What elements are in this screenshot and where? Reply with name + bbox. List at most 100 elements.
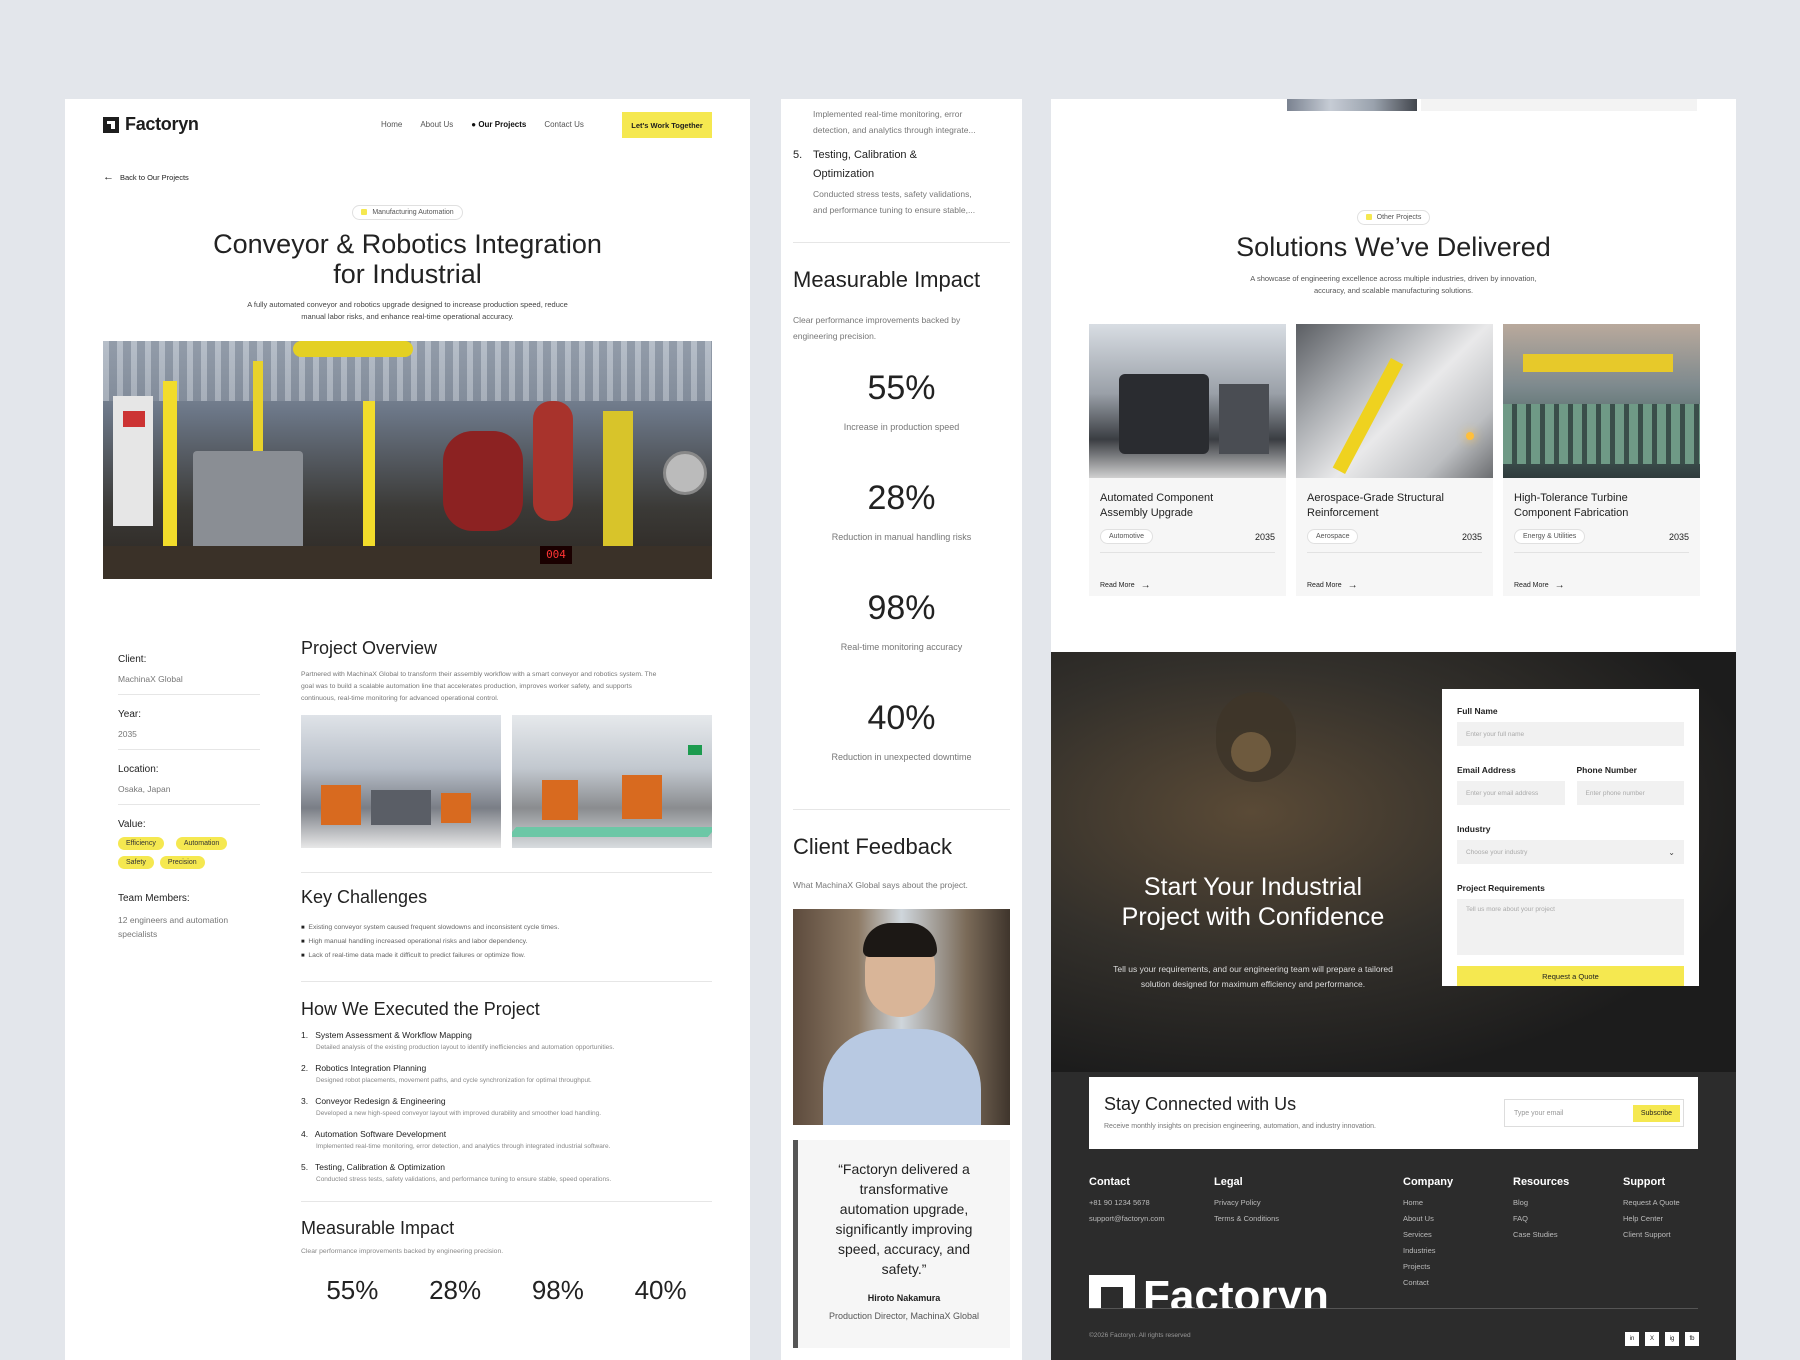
challenge-item: ■ Existing conveyor system caused freque…	[301, 924, 560, 931]
step-title: Robotics Integration Planning	[315, 1063, 427, 1073]
chevron-down-icon: ⌄	[1668, 847, 1675, 857]
read-more-link[interactable]: Read More →	[1296, 580, 1493, 591]
footer-email[interactable]: support@factoryn.com	[1089, 1214, 1165, 1223]
subscribe-button[interactable]: Subscribe	[1632, 1104, 1680, 1122]
mid-step-desc-line-1: Conducted stress tests, safety validatio…	[813, 189, 972, 199]
step-title: System Assessment & Workflow Mapping	[315, 1030, 472, 1040]
challenge-item: ■ High manual handling increased operati…	[301, 938, 528, 945]
project-card-title-line-1: High-Tolerance Turbine	[1514, 492, 1628, 504]
project-content: Project Overview Partnered with MachinaX…	[301, 638, 712, 1306]
nav-about[interactable]: About Us	[420, 120, 453, 129]
footer-link[interactable]: Home	[1403, 1198, 1453, 1207]
back-link[interactable]: ← Back to Our Projects	[103, 171, 189, 183]
location-label: Location:	[118, 764, 159, 775]
testimonial-quote: “Factoryn delivered a transformative aut…	[793, 1140, 1010, 1348]
page-title-line-2: for Industrial	[333, 259, 482, 289]
project-card-year: 2035	[1668, 531, 1689, 542]
brand-name: Factoryn	[125, 114, 199, 134]
cta-heading: Start Your Industrial Project with Confi…	[1051, 872, 1455, 932]
social-links: in Xig fb	[1619, 1327, 1699, 1346]
impact-stat: 40%	[634, 1275, 687, 1305]
mid-step-title-line-2: Optimization	[813, 168, 875, 180]
footer-support-heading: Support	[1623, 1176, 1666, 1188]
footer-link[interactable]: Help Center	[1623, 1214, 1680, 1223]
mid-stat-label: Reduction in unexpected downtime	[831, 752, 972, 762]
mid-top-line-1: Implemented real-time monitoring, error	[813, 109, 963, 119]
copyright: ©2026 Factoryn. All rights reserved	[1089, 1332, 1191, 1339]
challenges-heading: Key Challenges	[301, 887, 428, 907]
mid-stat-label: Reduction in manual handling risks	[831, 532, 972, 542]
facebook-icon[interactable]: fb	[1685, 1332, 1699, 1346]
nav-contact[interactable]: Contact Us	[544, 120, 584, 129]
footer-link[interactable]: Request A Quote	[1623, 1198, 1680, 1207]
email-input[interactable]: Enter your email address	[1457, 781, 1565, 805]
phone-label: Phone Number	[1576, 765, 1637, 775]
nav-home[interactable]: Home	[381, 120, 402, 129]
step-number: 5.	[301, 1162, 309, 1172]
step-title: Automation Software Development	[314, 1129, 447, 1139]
project-card[interactable]: High-Tolerance Turbine Component Fabrica…	[1503, 324, 1700, 596]
footer-link[interactable]: Contact	[1403, 1278, 1453, 1287]
quote-line: automation upgrade,	[839, 1201, 969, 1217]
nav-projects[interactable]: ● Our Projects	[471, 120, 526, 129]
quote-author: Hiroto Nakamura	[867, 1293, 941, 1303]
impact-stat: 55%	[326, 1275, 379, 1305]
project-card[interactable]: Aerospace-Grade Structural Reinforcement…	[1296, 324, 1493, 596]
execution-step: 1. System Assessment & Workflow Mapping …	[301, 1030, 712, 1051]
work-together-button[interactable]: Let's Work Together	[622, 112, 712, 138]
footer-link[interactable]: Privacy Policy	[1214, 1198, 1279, 1207]
project-card-title-line-1: Aerospace-Grade Structural	[1307, 492, 1444, 504]
footer-link[interactable]: Blog	[1513, 1198, 1569, 1207]
read-more-label: Read More	[1100, 582, 1135, 589]
read-more-link[interactable]: Read More →	[1089, 580, 1286, 591]
step-title: Testing, Calibration & Optimization	[315, 1162, 445, 1172]
instagram-icon[interactable]: ig	[1665, 1332, 1679, 1346]
newsletter-email-input[interactable]: Type your email Subscribe	[1504, 1099, 1684, 1127]
impact-stats-row: 55% 28% 98% 40%	[301, 1275, 712, 1306]
overview-text-line-2: goal was to build a scalable automation …	[301, 683, 632, 690]
footer-link[interactable]: Client Support	[1623, 1230, 1680, 1239]
x-icon[interactable]: X	[1645, 1332, 1659, 1346]
cta-sub-line-2: solution designed for maximum efficiency…	[1140, 979, 1366, 989]
footer-phone[interactable]: +81 90 1234 5678	[1089, 1198, 1165, 1207]
footer-link[interactable]: Industries	[1403, 1246, 1453, 1255]
footer-link[interactable]: Case Studies	[1513, 1230, 1569, 1239]
industry-select[interactable]: Choose your industry ⌄	[1457, 840, 1684, 864]
mid-impact-heading: Measurable Impact	[793, 267, 981, 292]
mid-stat: 40% Reduction in unexpected downtime	[781, 699, 1022, 762]
step-number: 3.	[301, 1096, 309, 1106]
request-quote-button[interactable]: Request a Quote	[1457, 966, 1684, 986]
full-name-input[interactable]: Enter your full name	[1457, 722, 1684, 746]
execution-step: 5. Testing, Calibration & Optimization C…	[301, 1162, 712, 1183]
read-more-link[interactable]: Read More →	[1503, 580, 1700, 591]
client-value: MachinaX Global	[118, 674, 183, 684]
team-label: Team Members:	[118, 893, 190, 904]
brand-logo[interactable]: Factoryn	[103, 114, 199, 135]
solutions-sub-line-1: A showcase of engineering excellence acr…	[1250, 274, 1537, 283]
footer-link[interactable]: Services	[1403, 1230, 1453, 1239]
mid-step-title-line-1: Testing, Calibration &	[813, 149, 917, 161]
phone-input[interactable]: Enter phone number	[1576, 781, 1684, 805]
project-card-title-line-2: Component Fabrication	[1514, 507, 1629, 519]
footer-link[interactable]: Terms & Conditions	[1214, 1214, 1279, 1223]
feedback-heading: Client Feedback	[793, 834, 952, 859]
value-chip: Precision	[159, 856, 205, 869]
footer-link[interactable]: Projects	[1403, 1262, 1453, 1271]
industry-placeholder: Choose your industry	[1466, 848, 1528, 856]
page-title-line-1: Conveyor & Robotics Integration	[213, 229, 602, 259]
footer-link[interactable]: FAQ	[1513, 1214, 1569, 1223]
mid-stat-value: 98%	[867, 589, 936, 627]
step-number: 1.	[301, 1030, 309, 1040]
value-chip: Automation	[175, 837, 228, 850]
requirements-placeholder: Tell us more about your project	[1466, 906, 1555, 913]
step-desc: Implemented real-time monitoring, error …	[316, 1143, 611, 1150]
project-card[interactable]: Automated Component Assembly Upgrade Aut…	[1089, 324, 1286, 596]
project-card-title-line-1: Automated Component	[1100, 492, 1214, 504]
footer-legal-heading: Legal	[1214, 1176, 1243, 1188]
footer-link[interactable]: About Us	[1403, 1214, 1453, 1223]
full-name-label: Full Name	[1457, 706, 1498, 716]
project-detail-mobile: Implemented real-time monitoring, error …	[781, 99, 1022, 1360]
linkedin-icon[interactable]: in	[1625, 1332, 1639, 1346]
arrow-left-icon: ←	[103, 171, 114, 183]
requirements-textarea[interactable]: Tell us more about your project	[1457, 899, 1684, 955]
